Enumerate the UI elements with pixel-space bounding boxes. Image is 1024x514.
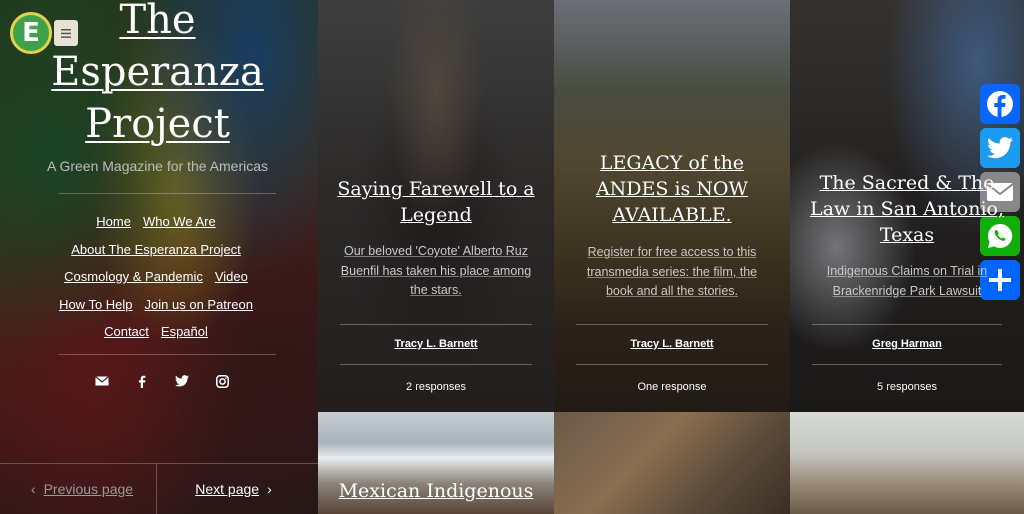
previous-page-label[interactable]: Previous page xyxy=(44,481,134,497)
site-tagline: A Green Magazine for the Americas xyxy=(47,158,268,174)
sidebar: E The Esperanza Project A Green Magazine… xyxy=(0,0,318,514)
divider xyxy=(576,364,768,365)
nav-video[interactable]: Video xyxy=(215,269,248,284)
facebook-icon[interactable] xyxy=(132,372,152,390)
mail-icon[interactable] xyxy=(92,372,112,390)
post-excerpt[interactable]: Our beloved 'Coyote' Alberto Ruz Buenfil… xyxy=(340,242,532,301)
nav-patreon[interactable]: Join us on Patreon xyxy=(145,297,253,312)
instagram-icon[interactable] xyxy=(212,372,232,390)
post-excerpt[interactable]: Register for free access to this transme… xyxy=(576,243,768,302)
post-excerpt[interactable]: Indigenous Claims on Trial in Brackenrid… xyxy=(812,262,1002,301)
nav-cosmology[interactable]: Cosmology & Pandemic xyxy=(64,269,203,284)
post-card[interactable]: LEGACY of the ANDES is NOW AVAILABLE. Re… xyxy=(554,0,790,412)
chevron-left-icon: ‹ xyxy=(30,481,36,497)
twitter-icon[interactable] xyxy=(172,372,192,390)
divider xyxy=(812,364,1002,365)
divider xyxy=(340,364,532,365)
main-nav: Home Who We Are About The Esperanza Proje… xyxy=(16,208,296,346)
post-responses[interactable]: One response xyxy=(554,381,790,393)
previous-page-link[interactable]: ‹ Previous page xyxy=(0,464,157,514)
pagination: ‹ Previous page Next page › xyxy=(0,463,318,514)
site-title[interactable]: The Esperanza Project xyxy=(20,0,295,150)
post-title[interactable]: LEGACY of the ANDES is NOW AVAILABLE. xyxy=(572,150,772,228)
post-author[interactable]: Tracy L. Barnett xyxy=(318,338,554,350)
post-author[interactable]: Tracy L. Barnett xyxy=(554,338,790,350)
social-links xyxy=(92,372,232,390)
next-page-link[interactable]: Next page › xyxy=(157,464,318,514)
post-card[interactable] xyxy=(554,412,790,514)
divider xyxy=(340,324,532,325)
post-card[interactable]: Saying Farewell to a Legend Our beloved … xyxy=(318,0,554,412)
post-card[interactable] xyxy=(790,412,1024,514)
nav-contact[interactable]: Contact xyxy=(104,324,149,339)
post-author[interactable]: Greg Harman xyxy=(790,338,1024,350)
nav-how-to-help[interactable]: How To Help xyxy=(59,297,132,312)
post-responses[interactable]: 2 responses xyxy=(318,381,554,393)
nav-about[interactable]: About The Esperanza Project xyxy=(71,242,241,257)
post-title[interactable]: The Sacred & The Law in San Antonio, Tex… xyxy=(808,170,1006,248)
post-title[interactable]: Mexican Indigenous xyxy=(318,480,554,502)
next-page-label[interactable]: Next page xyxy=(195,481,259,497)
nav-espanol[interactable]: Español xyxy=(161,324,208,339)
nav-who-we-are[interactable]: Who We Are xyxy=(143,214,216,229)
post-responses[interactable]: 5 responses xyxy=(790,381,1024,393)
divider xyxy=(58,354,276,355)
chevron-right-icon: › xyxy=(267,481,272,497)
post-card[interactable]: The Sacred & The Law in San Antonio, Tex… xyxy=(790,0,1024,412)
divider xyxy=(576,324,768,325)
post-title[interactable]: Saying Farewell to a Legend xyxy=(336,176,536,228)
divider xyxy=(812,324,1002,325)
nav-home[interactable]: Home xyxy=(96,214,131,229)
divider xyxy=(58,193,276,194)
